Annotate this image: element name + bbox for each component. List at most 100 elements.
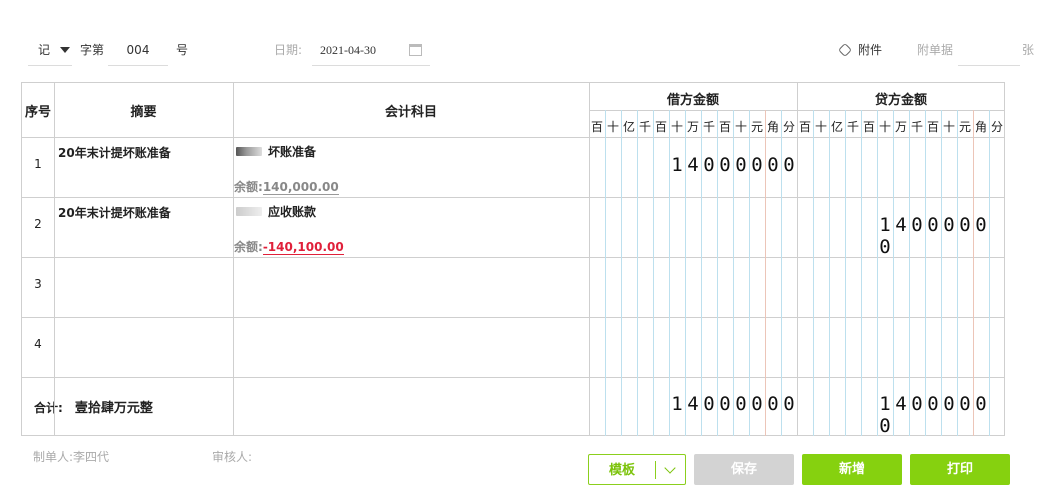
link-icon <box>837 42 853 58</box>
debit-amount: 14000000 <box>669 154 797 176</box>
amount-digit: 0 <box>943 214 955 236</box>
digit-header: 千 <box>638 120 651 134</box>
digit-divider <box>653 110 654 436</box>
digit-divider <box>621 110 622 436</box>
amount-digit: 0 <box>719 393 731 415</box>
digit-header: 十 <box>878 120 891 134</box>
amount-digit: 0 <box>703 154 715 176</box>
digit-header: 十 <box>942 120 955 134</box>
digit-header: 亿 <box>622 120 635 134</box>
digit-header: 千 <box>846 120 859 134</box>
account-code-redacted <box>236 147 262 156</box>
summary-cell[interactable] <box>54 317 233 377</box>
total-credit-amount: 1 4 0 0 0 0 00 <box>877 393 1004 437</box>
account-cell[interactable] <box>233 317 589 377</box>
amount-digit: 0 <box>959 393 971 415</box>
balance-value: -140,100.00 <box>262 240 344 255</box>
amount-digit: 0 <box>975 393 987 415</box>
col-summary-header: 摘要 <box>130 105 157 120</box>
amount-digit: 0 <box>751 154 763 176</box>
amount-digit: 0 <box>959 214 971 236</box>
amount-digit: 0 <box>767 154 779 176</box>
amount-digit: 1 <box>671 393 683 415</box>
voucher-word-value: 记 <box>38 43 51 57</box>
chevron-down-icon[interactable] <box>664 462 676 474</box>
digit-header: 万 <box>894 120 907 134</box>
digit-divider <box>829 110 830 436</box>
amount-digit: 0 <box>927 393 939 415</box>
voucher-table: 序号 摘要 会计科目 借方金额 贷方金额 合计: 壹拾肆万元整 百十亿千百十万千百… <box>21 82 1005 437</box>
digit-header: 百 <box>590 120 603 134</box>
amount-digit: 1 <box>879 214 891 236</box>
digit-divider <box>989 110 990 436</box>
digit-header: 十 <box>734 120 747 134</box>
decimal-divider <box>973 110 974 436</box>
row-number: 2 <box>34 217 42 231</box>
print-button[interactable]: 打印 <box>910 454 1010 485</box>
account-balance: 余额:-140,100.00 <box>234 238 344 255</box>
digit-header: 十 <box>606 120 619 134</box>
calendar-icon[interactable] <box>409 44 422 56</box>
amount-digit: 0 <box>879 236 891 258</box>
digit-header: 千 <box>702 120 715 134</box>
amount-digit: 0 <box>975 214 987 236</box>
digit-header: 百 <box>718 120 731 134</box>
col-debit-header: 借方金额 <box>666 93 719 108</box>
digit-divider <box>845 110 846 436</box>
amount-digit: 0 <box>911 214 923 236</box>
digit-header: 分 <box>782 120 795 134</box>
account-name: 应收账款 <box>236 203 316 220</box>
digit-header: 元 <box>958 120 971 134</box>
amount-digit: 0 <box>751 393 763 415</box>
docs-count-input[interactable] <box>958 36 1020 66</box>
voucher-header: 记 字第 004 号 日期: 2021-04-30 附件 附单据 张 <box>28 36 1037 66</box>
maker-label: 制单人: <box>33 450 74 464</box>
amount-digit: 1 <box>671 154 683 176</box>
digit-header: 百 <box>798 120 811 134</box>
zhang-label: 张 <box>1022 43 1035 57</box>
balance-value: 140,000.00 <box>262 180 339 195</box>
date-input[interactable]: 2021-04-30 <box>312 36 430 66</box>
amount-digit: 4 <box>895 393 907 415</box>
amount-digit: 0 <box>927 214 939 236</box>
amount-digit: 0 <box>783 154 795 176</box>
voucher-number-input[interactable]: 004 <box>108 36 168 66</box>
digit-header: 万 <box>686 120 699 134</box>
col-account-header: 会计科目 <box>384 105 437 120</box>
digit-divider <box>813 110 814 436</box>
row-number: 4 <box>34 337 42 351</box>
amount-digit: 4 <box>687 154 699 176</box>
template-divider <box>655 461 656 479</box>
new-button[interactable]: 新增 <box>802 454 902 485</box>
row-divider <box>22 377 1005 378</box>
voucher-word-select[interactable]: 记 <box>28 36 72 66</box>
template-button[interactable]: 模板 <box>588 454 686 485</box>
amount-digit: 0 <box>911 393 923 415</box>
date-value: 2021-04-30 <box>320 43 376 57</box>
zi-di-label: 字第 <box>80 43 105 57</box>
amount-digit: 4 <box>687 393 699 415</box>
col-credit-header: 贷方金额 <box>874 93 927 108</box>
attachment-link[interactable]: 附件 <box>837 36 882 66</box>
amount-digit: 4 <box>895 214 907 236</box>
balance-label: 余额: <box>234 180 263 194</box>
caret-down-icon <box>60 47 70 53</box>
digit-divider <box>957 110 958 436</box>
digit-header: 亿 <box>830 120 843 134</box>
save-button[interactable]: 保存 <box>694 454 794 485</box>
maker-field: 制单人:李四代 <box>33 448 109 465</box>
digit-header: 百 <box>862 120 875 134</box>
digit-header: 元 <box>750 120 763 134</box>
date-label: 日期: <box>274 43 303 57</box>
docs-label: 附单据 <box>917 43 954 57</box>
account-cell[interactable] <box>233 257 589 317</box>
amount-digit: 0 <box>735 154 747 176</box>
digit-header: 百 <box>654 120 667 134</box>
amount-digit: 1 <box>879 393 891 415</box>
amount-digit: 0 <box>767 393 779 415</box>
total-words: 壹拾肆万元整 <box>74 401 153 416</box>
col-seq-header: 序号 <box>24 105 51 120</box>
summary-cell[interactable] <box>54 257 233 317</box>
account-code-redacted <box>236 207 262 216</box>
account-balance: 余额:140,000.00 <box>234 178 339 195</box>
